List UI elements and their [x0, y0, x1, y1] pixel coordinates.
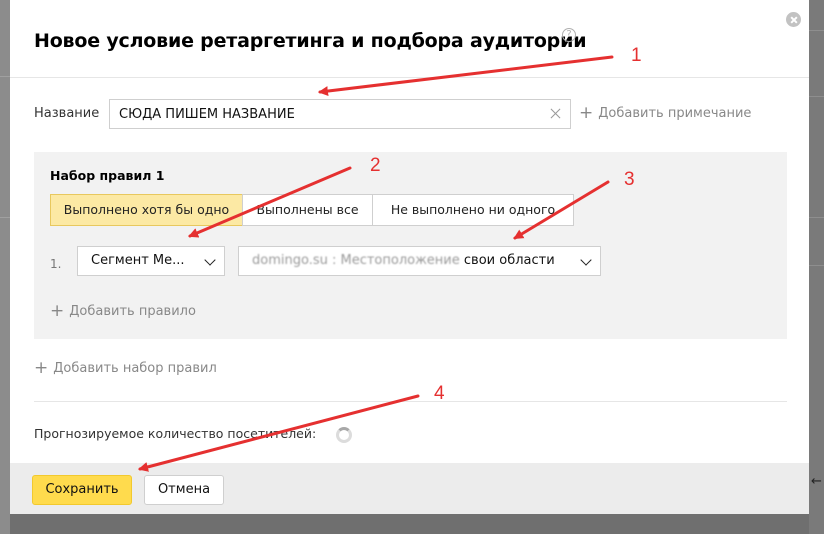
- cancel-button[interactable]: Отмена: [144, 475, 224, 505]
- forecast-label: Прогнозируемое количество посетителей:: [34, 426, 317, 441]
- help-icon[interactable]: ?: [562, 28, 576, 42]
- rule-number: 1.: [50, 257, 62, 271]
- background-divider: [809, 217, 824, 218]
- background-page-left: [0, 0, 10, 534]
- background-divider: [0, 76, 10, 77]
- rule-type-value: Сегмент Ме...: [91, 253, 185, 268]
- plus-icon: +: [34, 358, 49, 378]
- modal-footer: Сохранить Отмена: [10, 463, 809, 514]
- close-icon[interactable]: [786, 12, 801, 27]
- add-ruleset-link[interactable]: + Добавить набор правил: [34, 358, 217, 378]
- chevron-down-icon: [580, 254, 592, 266]
- clear-icon[interactable]: [549, 107, 562, 120]
- add-ruleset-label: Добавить набор правил: [53, 361, 217, 376]
- ruleset-title: Набор правил 1: [50, 168, 165, 183]
- add-rule-label: Добавить правило: [69, 304, 196, 319]
- add-note-link[interactable]: + Добавить примечание: [579, 103, 752, 123]
- header-divider: [10, 77, 809, 78]
- segment-select[interactable]: domingo.su : Местоположение свои области: [238, 246, 601, 276]
- loading-spinner-icon: [336, 427, 352, 443]
- background-divider: [809, 96, 824, 97]
- modal-title: Новое условие ретаргетинга и подбора ауд…: [34, 30, 587, 52]
- section-divider: [34, 401, 787, 402]
- retargeting-condition-modal: Новое условие ретаргетинга и подбора ауд…: [10, 0, 809, 514]
- segment-value: свои области: [463, 253, 555, 268]
- annotation-label-2: 2: [370, 155, 381, 176]
- plus-icon: +: [579, 103, 594, 123]
- name-label: Название: [34, 106, 100, 121]
- background-divider: [809, 30, 824, 31]
- background-page-right: [809, 0, 824, 534]
- background-divider: [0, 217, 10, 218]
- chevron-down-icon: [204, 254, 216, 266]
- add-note-label: Добавить примечание: [598, 106, 752, 121]
- mode-all-button[interactable]: Выполнены все: [242, 194, 373, 226]
- annotation-label-4: 4: [434, 383, 445, 404]
- ruleset-panel: Набор правил 1 Выполнено хотя бы одно Вы…: [34, 152, 787, 339]
- plus-icon: +: [50, 301, 65, 321]
- name-input[interactable]: [109, 99, 571, 129]
- arrow-left-icon: ←: [811, 474, 822, 489]
- mode-any-button[interactable]: Выполнено хотя бы одно: [50, 194, 243, 226]
- mode-none-button[interactable]: Не выполнено ни одного: [372, 194, 574, 226]
- background-divider: [809, 265, 824, 266]
- save-button[interactable]: Сохранить: [32, 475, 132, 505]
- segment-value-blurred: domingo.su : Местоположение: [252, 253, 460, 268]
- rule-type-select[interactable]: Сегмент Ме...: [77, 246, 225, 276]
- annotation-label-1: 1: [631, 45, 642, 66]
- annotation-label-3: 3: [624, 169, 635, 190]
- add-rule-link[interactable]: + Добавить правило: [50, 301, 196, 321]
